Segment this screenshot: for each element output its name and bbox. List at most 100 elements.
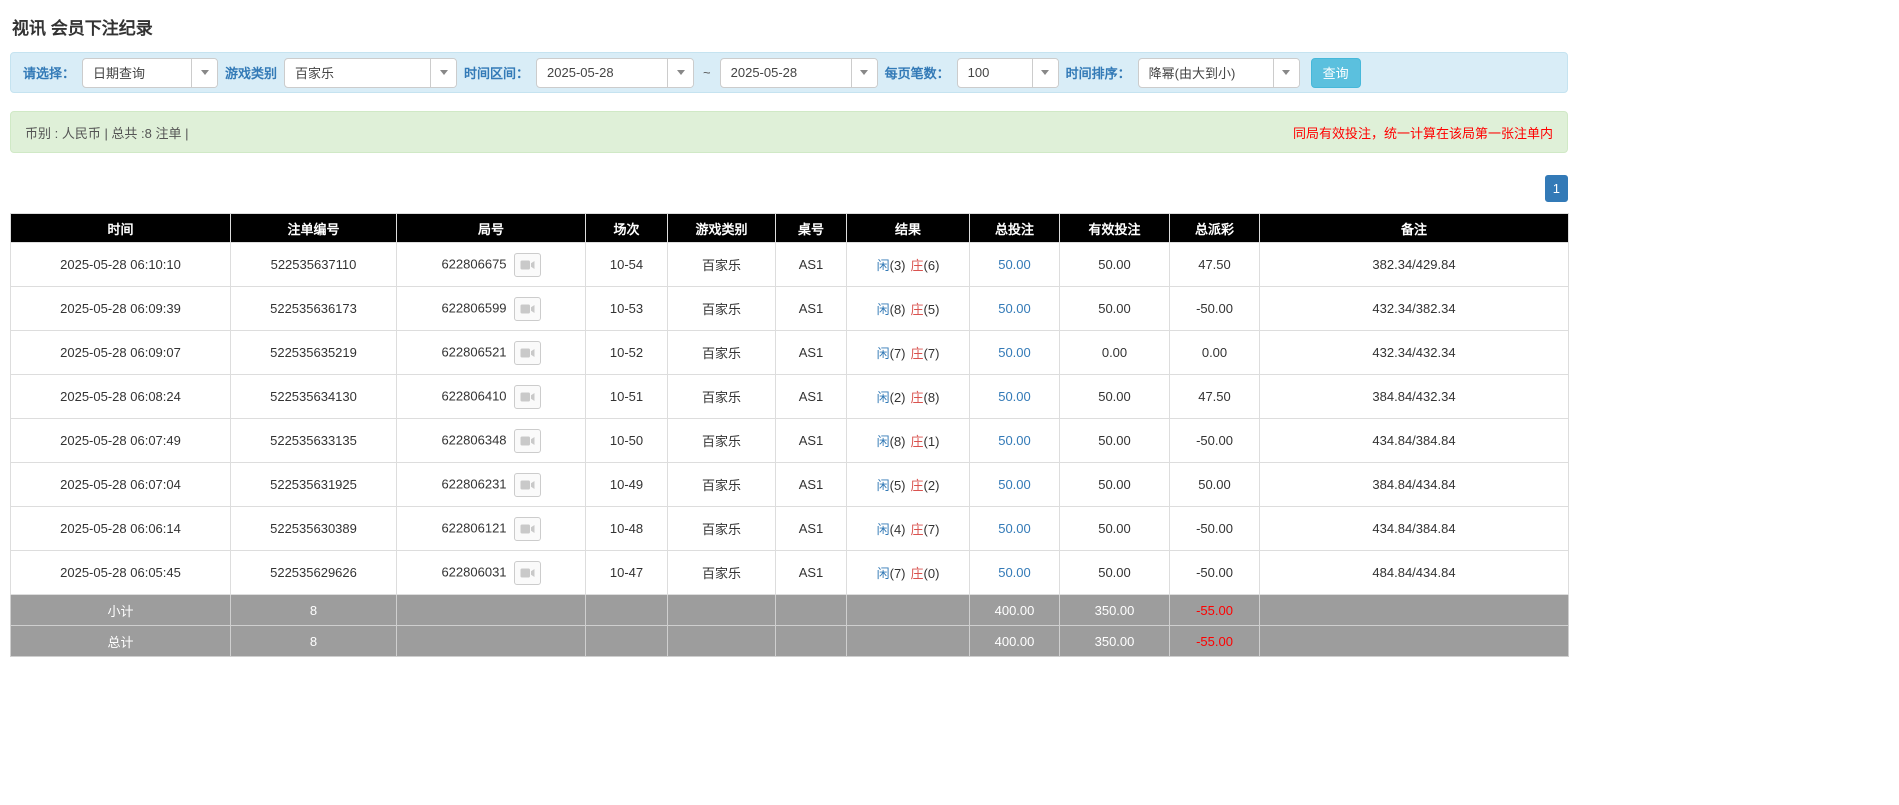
video-replay-button[interactable]	[513, 516, 541, 541]
video-replay-button[interactable]	[513, 428, 541, 453]
cell-time: 2025-05-28 06:09:07	[10, 330, 231, 375]
total-bet-link[interactable]: 50.00	[998, 433, 1031, 448]
column-header: 有效投注	[1059, 213, 1170, 243]
date-to-select[interactable]: 2025-05-28	[719, 57, 878, 88]
cell-table-number: AS1	[775, 462, 847, 507]
game-type-value: 百家乐	[295, 66, 335, 81]
game-type-select[interactable]: 百家乐	[284, 57, 458, 88]
chevron-down-icon[interactable]	[667, 58, 694, 87]
page-1-button[interactable]: 1	[1544, 175, 1568, 202]
cell-remark: 384.84/434.84	[1259, 462, 1569, 507]
result-player-label: 闲	[876, 258, 890, 273]
result-banker-score: (8)	[923, 390, 940, 405]
footer-empty-game	[667, 625, 776, 657]
cell-result: 闲(7) 庄(7)	[846, 330, 970, 375]
footer-empty-remark	[1259, 594, 1569, 626]
round-number-text: 622806348	[441, 431, 507, 447]
total-bet-link[interactable]: 50.00	[998, 345, 1031, 360]
result-player-score: (5)	[889, 478, 906, 493]
cell-total-bet: 50.00	[969, 374, 1060, 419]
date-from-select[interactable]: 2025-05-28	[536, 57, 695, 88]
footer-valid-bet: 350.00	[1059, 594, 1170, 626]
page-size-label: 每页笔数：	[884, 66, 950, 81]
video-icon	[520, 260, 535, 269]
cell-result: 闲(8) 庄(1)	[846, 418, 970, 463]
cell-result: 闲(5) 庄(2)	[846, 462, 970, 507]
result-player-label: 闲	[876, 478, 890, 493]
cell-game-type: 百家乐	[667, 330, 776, 375]
chevron-down-icon[interactable]	[850, 58, 877, 87]
page-size-select[interactable]: 100	[956, 57, 1059, 88]
cell-remark: 434.84/384.84	[1259, 506, 1569, 551]
footer-payout: -55.00	[1169, 594, 1260, 626]
video-icon	[520, 392, 535, 401]
round-number-text: 622806031	[441, 563, 507, 579]
query-type-value: 日期查询	[93, 66, 146, 81]
video-icon	[520, 304, 535, 313]
result-player-label: 闲	[876, 566, 890, 581]
video-replay-button[interactable]	[513, 560, 541, 585]
footer-count: 8	[230, 625, 397, 657]
cell-session: 10-49	[585, 462, 668, 507]
cell-payout: -50.00	[1169, 506, 1260, 551]
total-bet-link[interactable]: 50.00	[998, 521, 1031, 536]
cell-valid-bet: 50.00	[1059, 506, 1170, 551]
cell-total-bet: 50.00	[969, 330, 1060, 375]
query-type-select[interactable]: 日期查询	[82, 57, 219, 88]
time-sort-select[interactable]: 降幂(由大到小)	[1137, 57, 1300, 88]
video-replay-button[interactable]	[513, 472, 541, 497]
cell-table-number: AS1	[775, 506, 847, 551]
total-bet-link[interactable]: 50.00	[998, 301, 1031, 316]
summary-bar: 币别 : 人民币 | 总共 :8 注单 | 同局有效投注，统一计算在该局第一张注…	[10, 111, 1568, 153]
cell-game-type: 百家乐	[667, 374, 776, 419]
filter-bar: 请选择： 日期查询 游戏类别 百家乐 时间区间： 2025-05-28 ~ 20…	[10, 52, 1568, 93]
cell-time: 2025-05-28 06:07:49	[10, 418, 231, 463]
chevron-down-icon[interactable]	[191, 58, 218, 87]
cell-valid-bet: 50.00	[1059, 374, 1170, 419]
cell-bet-number: 522535631925	[230, 462, 397, 507]
chevron-down-icon[interactable]	[430, 58, 457, 87]
total-bet-link[interactable]: 50.00	[998, 565, 1031, 580]
result-player-score: (2)	[889, 390, 906, 405]
table-row: 2025-05-28 06:07:04 522535631925 6228062…	[10, 462, 1569, 507]
cell-round-number: 622806675	[396, 242, 586, 287]
chevron-down-icon[interactable]	[1031, 58, 1058, 87]
chevron-down-icon[interactable]	[1272, 58, 1299, 87]
total-bet-link[interactable]: 50.00	[998, 257, 1031, 272]
video-replay-button[interactable]	[513, 252, 541, 277]
video-replay-button[interactable]	[513, 296, 541, 321]
cell-time: 2025-05-28 06:05:45	[10, 550, 231, 595]
cell-result: 闲(2) 庄(8)	[846, 374, 970, 419]
game-type-label: 游戏类别	[225, 66, 278, 81]
round-number-text: 622806410	[441, 387, 507, 403]
summary-table-row: 总计 8 400.00 350.00 -55.00	[10, 625, 1569, 657]
column-header: 局号	[396, 213, 586, 243]
column-header: 结果	[846, 213, 970, 243]
cell-valid-bet: 50.00	[1059, 286, 1170, 331]
table-row: 2025-05-28 06:07:49 522535633135 6228063…	[10, 418, 1569, 463]
column-header: 总派彩	[1169, 213, 1260, 243]
cell-valid-bet: 50.00	[1059, 242, 1170, 287]
search-button[interactable]: 查询	[1310, 57, 1361, 88]
cell-round-number: 622806599	[396, 286, 586, 331]
cell-round-number: 622806410	[396, 374, 586, 419]
result-banker-label: 庄	[910, 346, 924, 361]
cell-time: 2025-05-28 06:09:39	[10, 286, 231, 331]
footer-empty-game	[667, 594, 776, 626]
cell-payout: 0.00	[1169, 330, 1260, 375]
total-bet-link[interactable]: 50.00	[998, 389, 1031, 404]
total-bet-link[interactable]: 50.00	[998, 477, 1031, 492]
result-banker-score: (7)	[923, 522, 940, 537]
cell-game-type: 百家乐	[667, 286, 776, 331]
result-banker-label: 庄	[910, 478, 924, 493]
cell-result: 闲(3) 庄(6)	[846, 242, 970, 287]
cell-round-number: 622806521	[396, 330, 586, 375]
video-replay-button[interactable]	[513, 384, 541, 409]
video-replay-button[interactable]	[513, 340, 541, 365]
table-row: 2025-05-28 06:06:14 522535630389 6228061…	[10, 506, 1569, 551]
cell-table-number: AS1	[775, 374, 847, 419]
cell-session: 10-47	[585, 550, 668, 595]
result-player-label: 闲	[876, 522, 890, 537]
footer-label: 小计	[10, 594, 231, 626]
result-banker-label: 庄	[910, 566, 924, 581]
